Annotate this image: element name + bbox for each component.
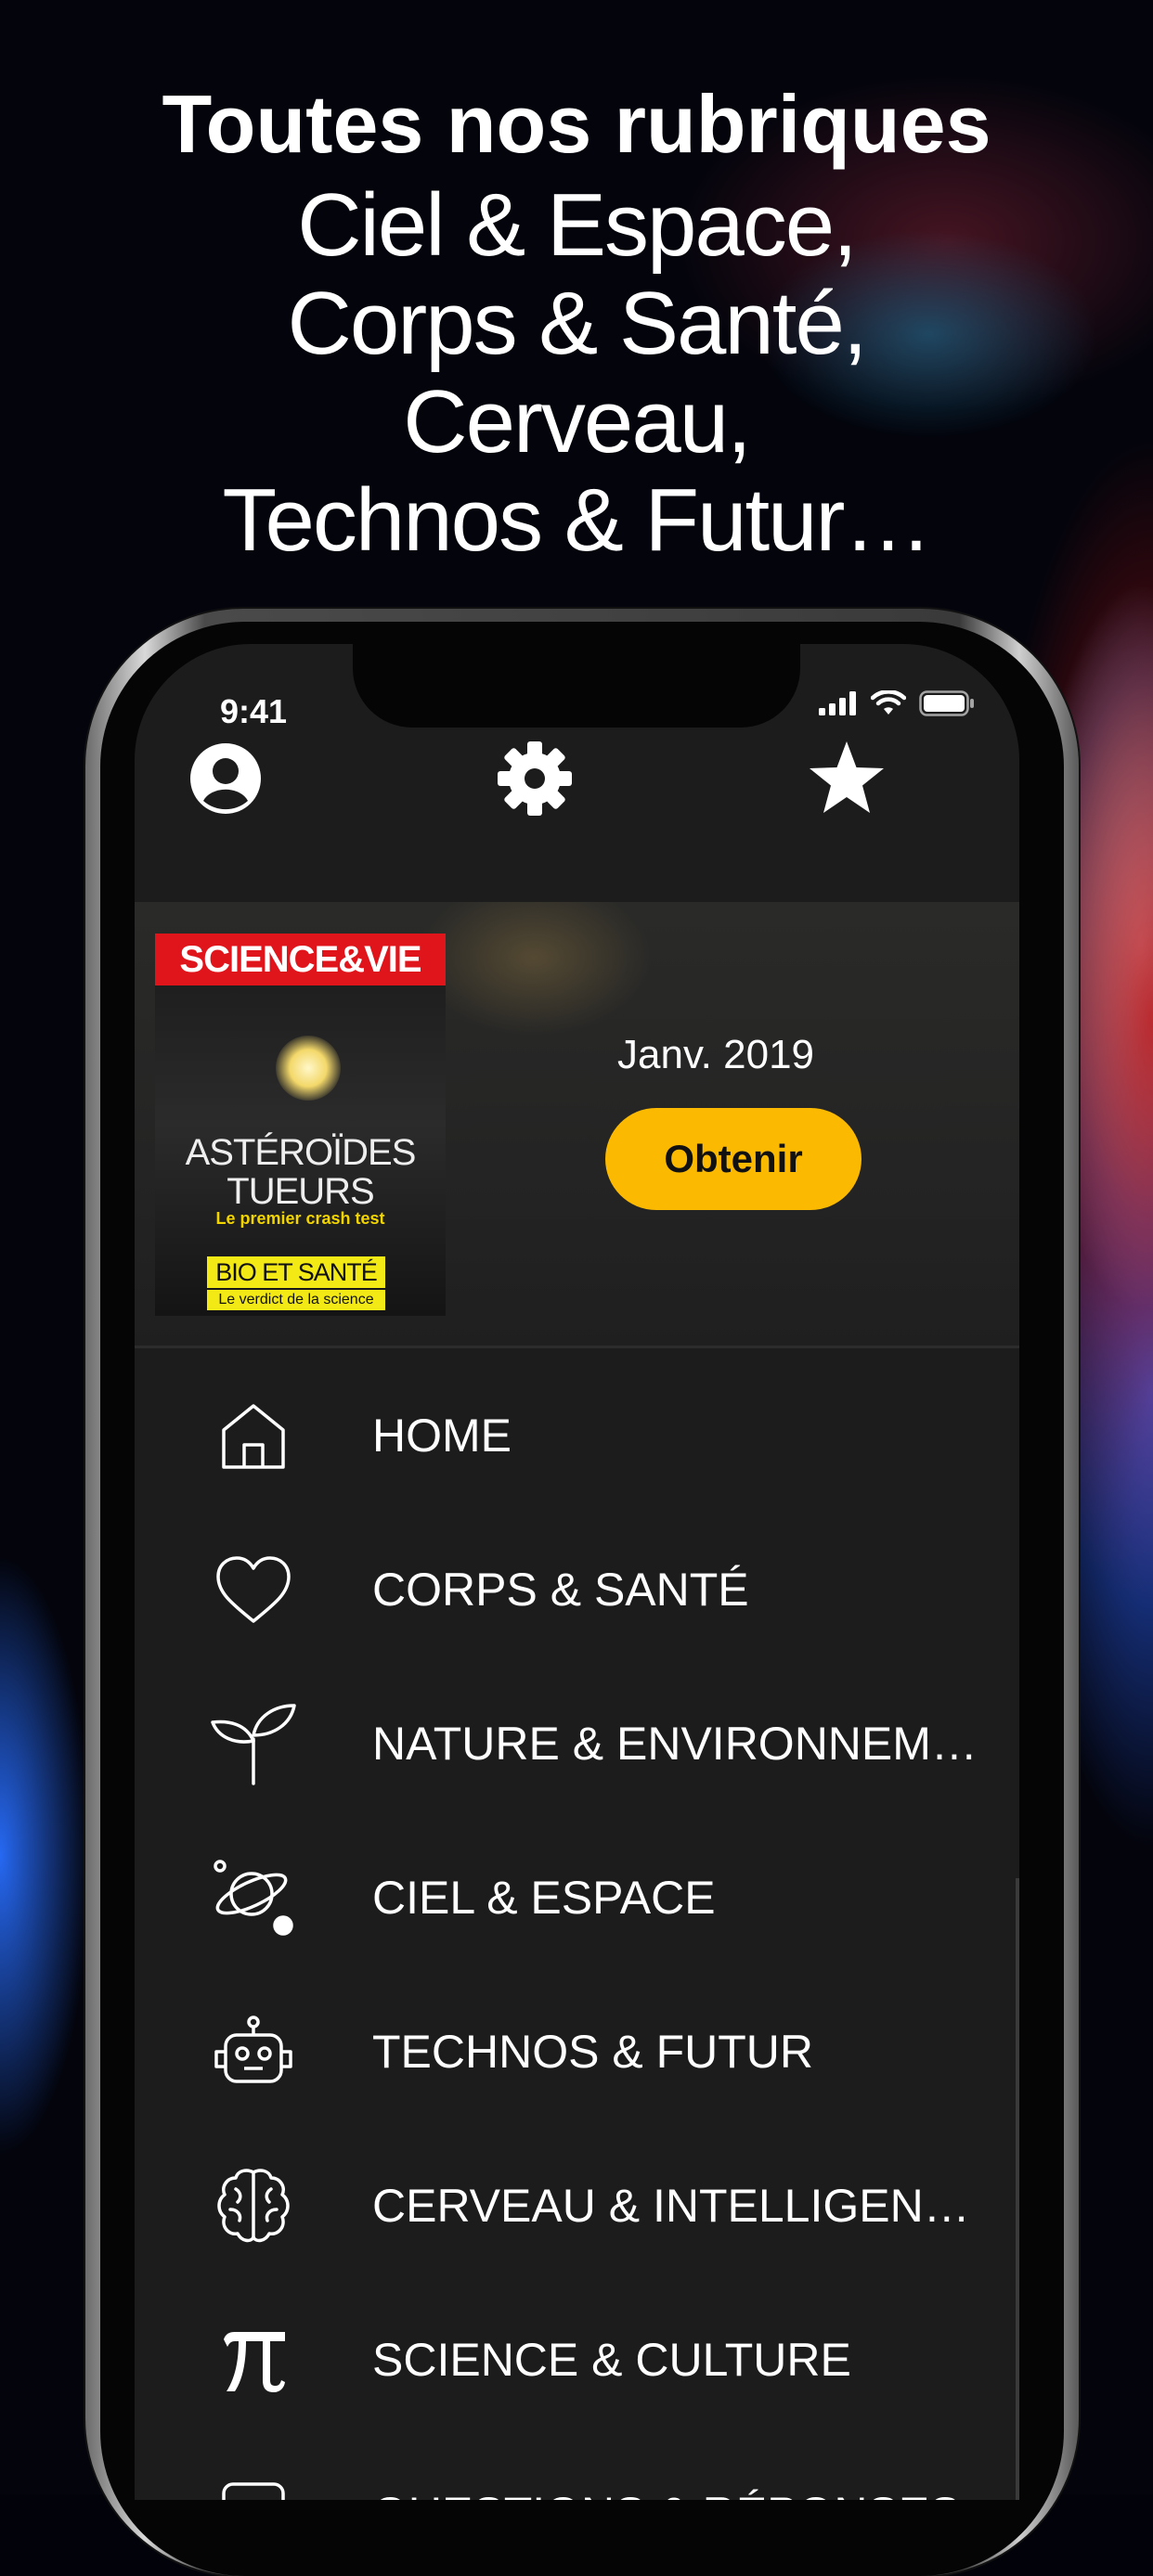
- headline-line: Ciel & Espace,: [297, 175, 858, 275]
- headline-title: Toutes nos rubriques: [162, 78, 991, 170]
- menu-item-corps-sante[interactable]: CORPS & SANTÉ: [135, 1513, 1019, 1667]
- cover-banner-sub: Le verdict de la science: [207, 1290, 385, 1310]
- question-icon: [209, 2469, 298, 2500]
- promo-headline: Toutes nos rubriques Ciel & Espace, Corp…: [0, 72, 1153, 570]
- pi-icon: [209, 2315, 298, 2404]
- brain-icon: [209, 2161, 298, 2250]
- menu-item-label: TECHNOS & FUTUR: [372, 2026, 813, 2078]
- robot-icon: [209, 2007, 298, 2096]
- battery-icon: [919, 690, 974, 716]
- app-screen: 9:41 SCIENCE&VIE ASTÉROÏDES TUEURS Le pr…: [135, 644, 1019, 2500]
- cover-banner: BIO ET SANTÉ: [207, 1256, 385, 1288]
- headline-line: Corps & Santé,: [287, 274, 868, 373]
- notch: [353, 644, 800, 728]
- menu-item-label: NATURE & ENVIRONNEM…: [372, 1718, 978, 1770]
- menu-item-label: QUESTIONS & RÉPONSES: [372, 2487, 960, 2500]
- menu-item-label: CIEL & ESPACE: [372, 1872, 716, 1924]
- gear-icon[interactable]: [493, 737, 576, 820]
- cover-illustration: [276, 1036, 341, 1101]
- cover-headline: ASTÉROÏDES TUEURS: [185, 1132, 417, 1212]
- issue-date: Janv. 2019: [617, 1032, 815, 1077]
- menu-item-label: HOME: [372, 1410, 512, 1462]
- menu-item-label: CORPS & SANTÉ: [372, 1564, 749, 1616]
- status-icons: [819, 690, 975, 716]
- menu-item-nature[interactable]: NATURE & ENVIRONNEM…: [135, 1667, 1019, 1821]
- menu-item-label: CERVEAU & INTELLIGEN…: [372, 2180, 970, 2232]
- menu-item-cerveau[interactable]: CERVEAU & INTELLIGEN…: [135, 2129, 1019, 2283]
- status-time: 9:41: [220, 692, 288, 730]
- section-menu: HOME CORPS & SANTÉ NATURE & ENVIRONNEM…: [135, 1359, 1019, 2500]
- wifi-icon: [871, 690, 906, 715]
- scrollbar[interactable]: [1016, 1878, 1019, 2500]
- profile-icon[interactable]: [184, 737, 267, 820]
- heart-icon: [209, 1545, 298, 1634]
- home-icon: [209, 1391, 298, 1480]
- headline-line: Technos & Futur…: [222, 470, 933, 570]
- planet-icon: [209, 1853, 298, 1942]
- menu-item-label: SCIENCE & CULTURE: [372, 2334, 851, 2386]
- menu-item-home[interactable]: HOME: [135, 1359, 1019, 1513]
- magazine-cover[interactable]: SCIENCE&VIE ASTÉROÏDES TUEURS Le premier…: [155, 934, 446, 1316]
- menu-item-technos[interactable]: TECHNOS & FUTUR: [135, 1975, 1019, 2129]
- get-issue-button[interactable]: Obtenir: [605, 1108, 862, 1210]
- headline-line: Cerveau,: [403, 372, 752, 471]
- signal-icon: [819, 691, 856, 715]
- menu-item-questions[interactable]: QUESTIONS & RÉPONSES: [135, 2437, 1019, 2500]
- menu-item-science-culture[interactable]: SCIENCE & CULTURE: [135, 2283, 1019, 2437]
- cover-subheadline: Le premier crash test: [215, 1209, 385, 1228]
- featured-issue: SCIENCE&VIE ASTÉROÏDES TUEURS Le premier…: [135, 902, 1019, 1348]
- menu-item-ciel-espace[interactable]: CIEL & ESPACE: [135, 1821, 1019, 1975]
- cover-brand: SCIENCE&VIE: [155, 934, 446, 985]
- star-icon[interactable]: [805, 737, 888, 820]
- sprout-icon: [209, 1699, 298, 1788]
